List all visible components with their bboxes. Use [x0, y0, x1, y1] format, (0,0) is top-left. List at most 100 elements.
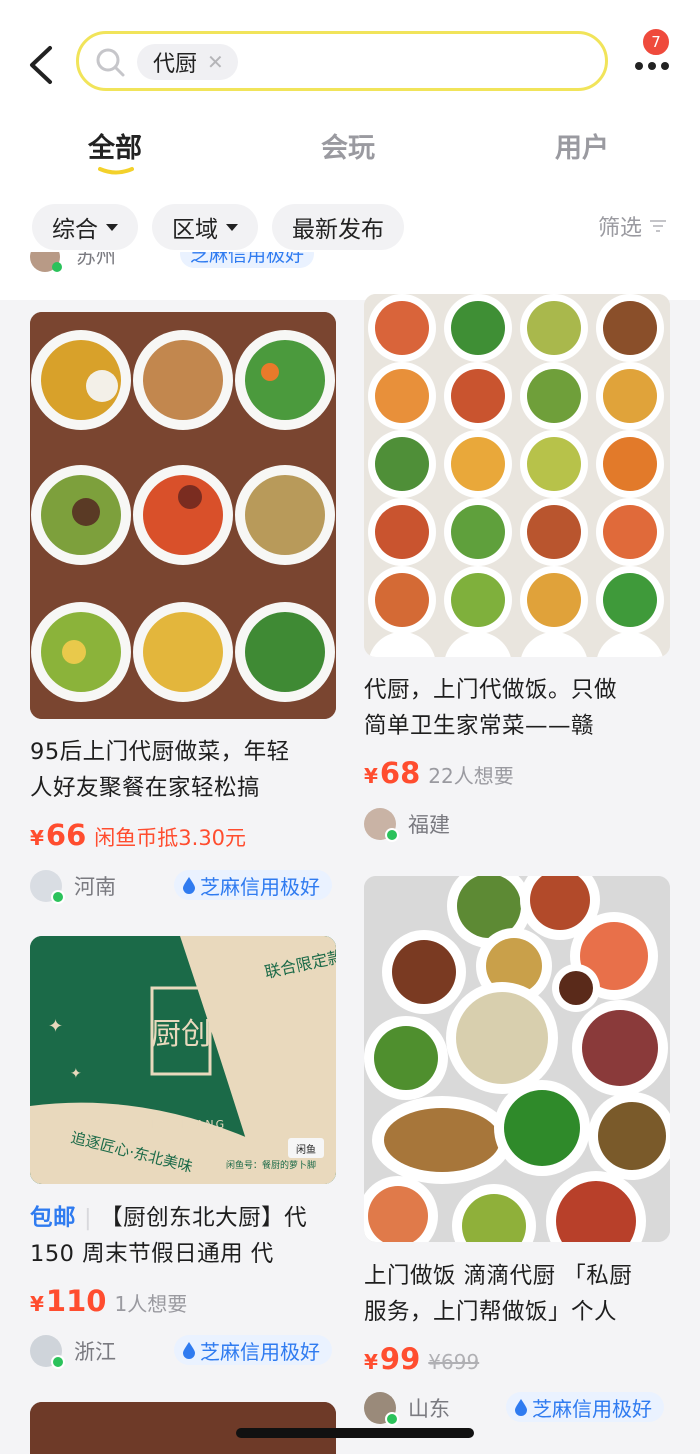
header-bar: 代厨 ✕ 7 全部 会玩 用户 综合 区域 最新发布 筛选 苏州 芝麻信用极好	[0, 0, 700, 300]
listing-image: 厨创 CHUCHUANG 联合限定款 追逐匠心·东北美味 闲鱼号：餐厨的萝卜脚 …	[30, 936, 336, 1184]
price: 66	[45, 818, 87, 852]
seller-row: 浙江	[30, 1335, 116, 1369]
seller-region: 河南	[74, 875, 116, 899]
avatar	[30, 1335, 65, 1369]
online-dot	[52, 262, 62, 272]
title-line: 服务，上门帮做饭」个人	[364, 1299, 618, 1325]
title-line: 代厨，上门代做饭。只做	[364, 677, 618, 703]
filter-region-label: 区域	[172, 217, 218, 243]
online-dot	[51, 890, 65, 904]
brand-logo-text: 厨创	[151, 1017, 211, 1052]
sparkle-icon: ✦	[48, 1016, 63, 1037]
credit-badge: 芝麻信用极好	[506, 1392, 664, 1422]
listing-card[interactable]: 厨创 CHUCHUANG 联合限定款 追逐匠心·东北美味 闲鱼号：餐厨的萝卜脚 …	[30, 936, 336, 1376]
tab-active-indicator	[98, 167, 134, 175]
search-icon	[96, 48, 125, 77]
tag-text: 闲鱼	[296, 1143, 316, 1156]
title-text: 【厨创东北大厨】代	[100, 1205, 308, 1231]
listing-image	[364, 876, 670, 1242]
filter-sort-dropdown[interactable]: 综合	[32, 204, 138, 250]
price: 68	[379, 756, 421, 790]
title-line: 95后上门代厨做菜，年轻	[30, 739, 290, 765]
peek-region: 苏州	[76, 252, 116, 268]
free-shipping-label: 包邮	[30, 1205, 77, 1231]
brand-banner-image: 厨创 CHUCHUANG 联合限定款 追逐匠心·东北美味 闲鱼号：餐厨的萝卜脚 …	[30, 936, 336, 1184]
filter-latest-button[interactable]: 最新发布	[272, 204, 404, 250]
listing-card[interactable]: 95后上门代厨做菜，年轻 人好友聚餐在家轻松搞 ¥ 66 闲鱼币抵3.30元 河…	[30, 312, 336, 912]
original-price: ¥699	[428, 1350, 480, 1374]
filter-region-dropdown[interactable]: 区域	[152, 204, 258, 250]
search-query-chip[interactable]: 代厨 ✕	[137, 44, 238, 80]
home-indicator	[236, 1428, 474, 1438]
title-line: 上门做饭 滴滴代厨 「私厨	[364, 1263, 633, 1289]
filter-button[interactable]: 筛选	[598, 210, 668, 242]
avatar	[364, 808, 399, 842]
wants-count: 1人想要	[114, 1292, 188, 1316]
seller-region: 山东	[408, 1397, 450, 1421]
seller-row: 山东	[364, 1392, 450, 1426]
peek-credit: 芝麻信用极好	[180, 252, 315, 268]
currency-symbol: ¥	[364, 764, 378, 788]
sparkle-icon: ✦	[70, 1066, 82, 1082]
online-dot	[385, 828, 399, 842]
listing-image	[364, 294, 670, 657]
food-grid-image	[30, 312, 336, 719]
notification-badge: 7	[641, 27, 671, 57]
divider: |	[84, 1205, 93, 1231]
price-row: ¥ 110 1人想要	[30, 1284, 187, 1318]
title-line: 简单卫生家常菜——赣	[364, 713, 595, 739]
title-line: 150 周末节假日通用 代	[30, 1241, 274, 1267]
tab-play[interactable]: 会玩	[321, 126, 375, 165]
listing-card[interactable]: 上门做饭 滴滴代厨 「私厨 服务，上门帮做饭」个人 ¥ 99 ¥699 山东 芝…	[364, 876, 670, 1436]
price: 110	[45, 1284, 107, 1318]
listing-title: 95后上门代厨做菜，年轻 人好友聚餐在家轻松搞	[30, 734, 336, 806]
tab-all[interactable]: 全部	[88, 126, 142, 165]
credit-badge: 芝麻信用极好	[174, 1335, 332, 1365]
avatar	[364, 1392, 399, 1426]
previous-item-peek: 苏州 芝麻信用极好	[30, 252, 360, 276]
seller-region: 福建	[408, 813, 450, 837]
chevron-left-icon	[30, 46, 52, 84]
coin-discount: 闲鱼币抵3.30元	[94, 826, 247, 850]
title-line: 包邮 | 【厨创东北大厨】代	[30, 1200, 336, 1236]
back-button[interactable]	[22, 42, 62, 88]
online-dot	[51, 1355, 65, 1369]
more-dots-icon	[635, 62, 643, 70]
online-dot	[385, 1412, 399, 1426]
title-line: 人好友聚餐在家轻松搞	[30, 775, 261, 801]
filter-sort-label: 综合	[52, 217, 98, 243]
currency-symbol: ¥	[30, 826, 44, 850]
filter-latest-label: 最新发布	[292, 217, 384, 243]
price: 99	[379, 1342, 421, 1376]
more-dot	[661, 62, 669, 70]
search-box[interactable]: 代厨 ✕	[76, 31, 608, 91]
search-query-text: 代厨	[153, 52, 198, 77]
feast-table-image	[364, 876, 670, 1242]
listing-card[interactable]: 代厨，上门代做饭。只做 简单卫生家常菜——赣 ¥ 68 22人想要 福建	[364, 294, 670, 854]
price-row: ¥ 99 ¥699	[364, 1342, 479, 1376]
price-row: ¥ 66 闲鱼币抵3.30元	[30, 818, 246, 852]
clear-query-icon[interactable]: ✕	[207, 50, 224, 74]
avatar	[30, 870, 65, 904]
filter-button-label: 筛选	[598, 216, 643, 241]
seller-region: 浙江	[74, 1340, 116, 1364]
caret-down-icon	[106, 223, 118, 231]
listing-title: 上门做饭 滴滴代厨 「私厨 服务，上门帮做饭」个人	[364, 1258, 670, 1330]
tab-users[interactable]: 用户	[555, 126, 609, 165]
listing-title: 代厨，上门代做饭。只做 简单卫生家常菜——赣	[364, 672, 670, 744]
food-grid-image	[364, 294, 670, 657]
listing-image	[30, 312, 336, 719]
currency-symbol: ¥	[30, 1292, 44, 1316]
credit-badge: 芝麻信用极好	[174, 870, 332, 900]
filter-icon	[650, 220, 667, 232]
credit-label: 芝麻信用极好	[532, 1396, 652, 1421]
watermark-text: 闲鱼号：餐厨的萝卜脚	[226, 1159, 316, 1171]
more-dot	[648, 62, 656, 70]
credit-label: 芝麻信用极好	[200, 1339, 320, 1364]
currency-symbol: ¥	[364, 1350, 378, 1374]
credit-label: 芝麻信用极好	[200, 874, 320, 899]
water-drop-icon	[183, 877, 195, 894]
caret-down-icon	[226, 223, 238, 231]
listing-title: 包邮 | 【厨创东北大厨】代 150 周末节假日通用 代	[30, 1200, 336, 1272]
seller-row: 福建	[364, 808, 450, 842]
